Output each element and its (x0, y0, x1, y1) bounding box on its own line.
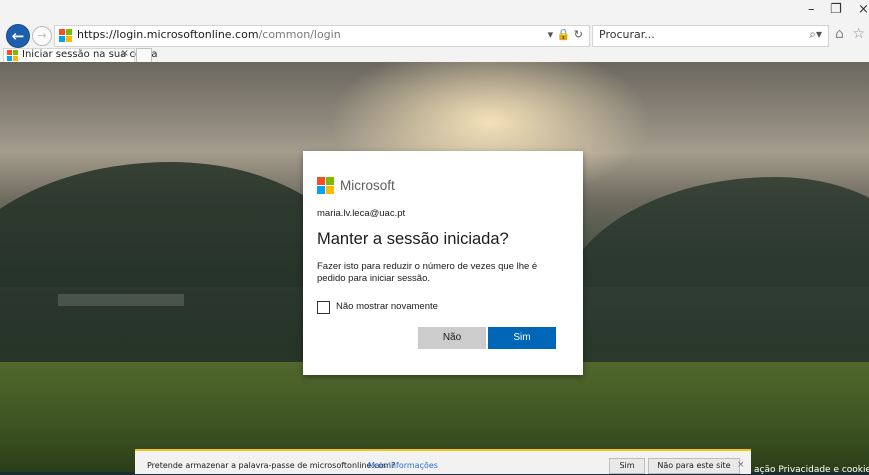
forward-button[interactable]: → (32, 26, 52, 46)
back-arrow-icon: ← (11, 27, 25, 45)
new-tab-button[interactable] (136, 48, 152, 63)
footer-links[interactable]: ação Privacidade e cookies (754, 465, 869, 475)
dialog-title: Manter a sessão iniciada? (317, 230, 509, 248)
microsoft-logo-icon (317, 177, 335, 195)
more-info-link[interactable]: Mais informações (368, 461, 438, 470)
stay-signed-in-dialog: Microsoft maria.lv.leca@uac.pt Manter a … (303, 151, 583, 375)
background-overlay (58, 294, 184, 306)
dont-show-again-label[interactable]: Não mostrar novamente (336, 301, 438, 312)
dont-show-again-checkbox[interactable] (317, 301, 330, 314)
yes-button[interactable]: Sim (488, 327, 556, 349)
forward-arrow-icon: → (37, 29, 47, 42)
search-input[interactable]: Procurar... (599, 28, 655, 41)
minimize-button[interactable]: – (808, 2, 815, 17)
restore-button[interactable]: ❐ (830, 2, 842, 17)
site-favicon-icon (59, 29, 72, 42)
close-window-button[interactable]: × (858, 2, 869, 17)
account-email: maria.lv.leca@uac.pt (317, 208, 406, 219)
save-password-text: Pretende armazenar a palavra-passe de mi… (147, 461, 396, 470)
save-password-bar: Pretende armazenar a palavra-passe de mi… (135, 449, 751, 474)
lock-refresh-icon[interactable]: ▾ 🔒 ↻ (548, 28, 583, 41)
back-button[interactable]: ← (6, 24, 30, 48)
address-url[interactable]: https://login.microsoftonline.com/common… (77, 28, 341, 41)
address-bar[interactable]: https://login.microsoftonline.com/common… (54, 25, 590, 47)
search-icon[interactable]: ⌕▾ (809, 27, 822, 42)
brand-name: Microsoft (340, 178, 395, 193)
search-box[interactable]: Procurar... ⌕▾ (592, 25, 829, 47)
tab-close-icon[interactable]: × (121, 48, 129, 59)
tab-login[interactable]: Iniciar sessão na sua conta × (3, 48, 157, 63)
toolbar-icons[interactable]: ⌂ ☆ ⚙ (835, 26, 869, 42)
close-bar-icon[interactable]: × (737, 460, 745, 470)
browser-chrome: – ❐ × ← → https://login.microsoftonline.… (0, 0, 869, 63)
tab-favicon-icon (7, 50, 18, 61)
no-button[interactable]: Não (418, 327, 486, 349)
dialog-description: Fazer isto para reduzir o número de veze… (317, 261, 538, 284)
